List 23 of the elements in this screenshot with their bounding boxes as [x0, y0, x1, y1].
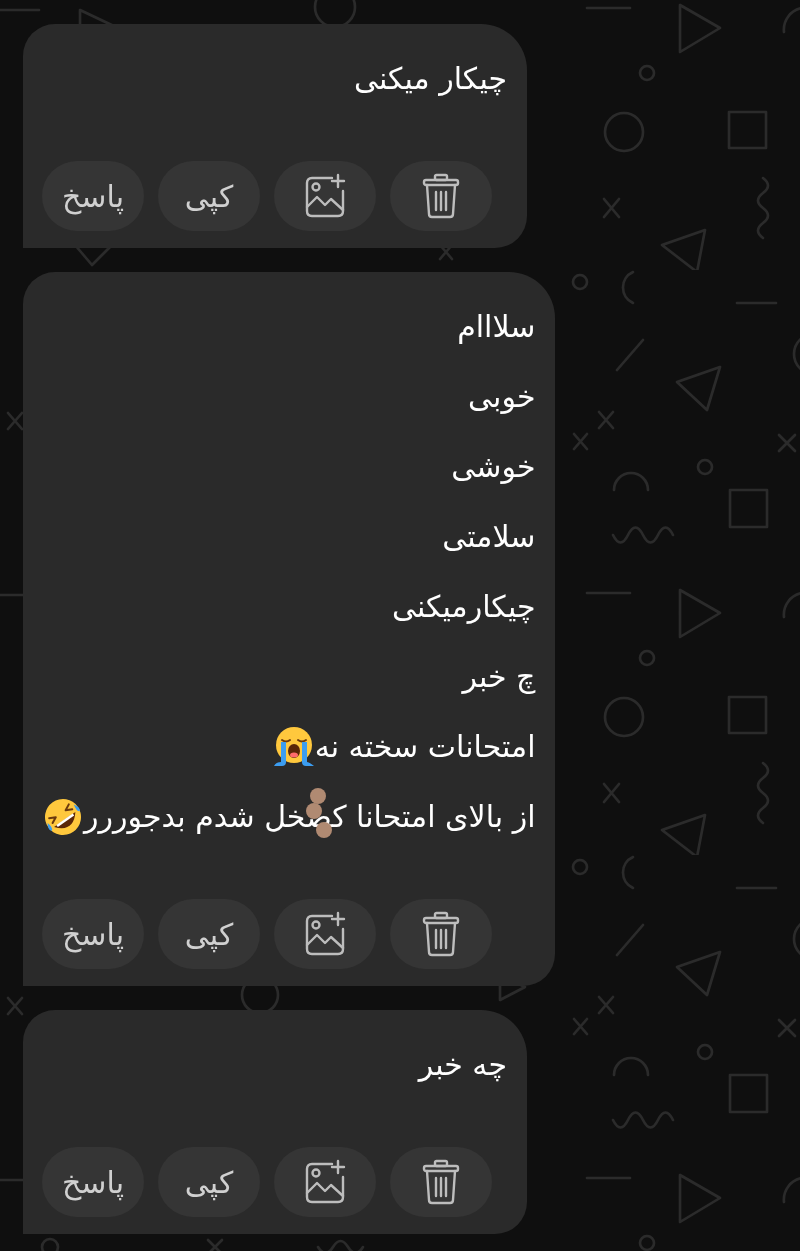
trash-icon	[420, 173, 462, 219]
image-plus-icon	[304, 1159, 346, 1205]
reply-button[interactable]: پاسخ	[42, 1147, 144, 1217]
reply-button[interactable]: پاسخ	[42, 161, 144, 231]
image-plus-icon	[304, 173, 346, 219]
message-text: خوبی	[468, 379, 536, 415]
image-plus-icon	[304, 911, 346, 957]
message-text: چیکار میکنی	[353, 61, 507, 97]
trash-icon	[420, 911, 462, 957]
copy-button[interactable]: کپی	[158, 1147, 260, 1217]
reply-button[interactable]: پاسخ	[42, 899, 144, 969]
crying-face-icon	[272, 726, 315, 768]
copy-button[interactable]: کپی	[158, 161, 260, 231]
message-text: خوشی	[451, 449, 536, 485]
trash-icon	[420, 1159, 462, 1205]
rolling-laughing-face-icon	[42, 796, 84, 838]
message-text: امتحانات سخته نه	[314, 729, 536, 765]
message-text: سلااام	[457, 309, 536, 345]
message-text: سلامتی	[442, 519, 536, 555]
copy-button[interactable]: کپی	[158, 899, 260, 969]
message-text: چیکارمیکنی	[391, 589, 536, 625]
message-text: چ خبر	[462, 659, 536, 695]
message-text: چه خبر	[418, 1047, 507, 1083]
